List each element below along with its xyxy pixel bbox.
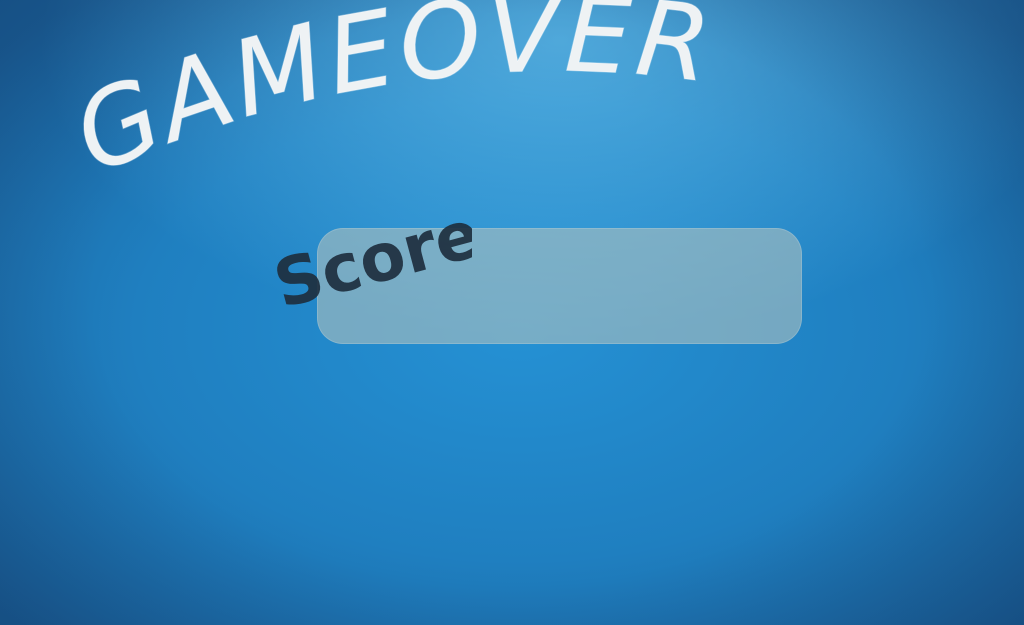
- score-label-text: Score: [266, 196, 472, 323]
- game-over-title-path: GAMEOVER: [57, 0, 717, 198]
- game-over-title-graphic: GAMEOVER: [57, 0, 720, 198]
- game-over-title-text: GAMEOVER: [57, 0, 720, 197]
- score-label: Score: [262, 196, 472, 326]
- score-label-graphic: Score: [266, 196, 472, 323]
- game-over-title: GAMEOVER: [0, 0, 1024, 200]
